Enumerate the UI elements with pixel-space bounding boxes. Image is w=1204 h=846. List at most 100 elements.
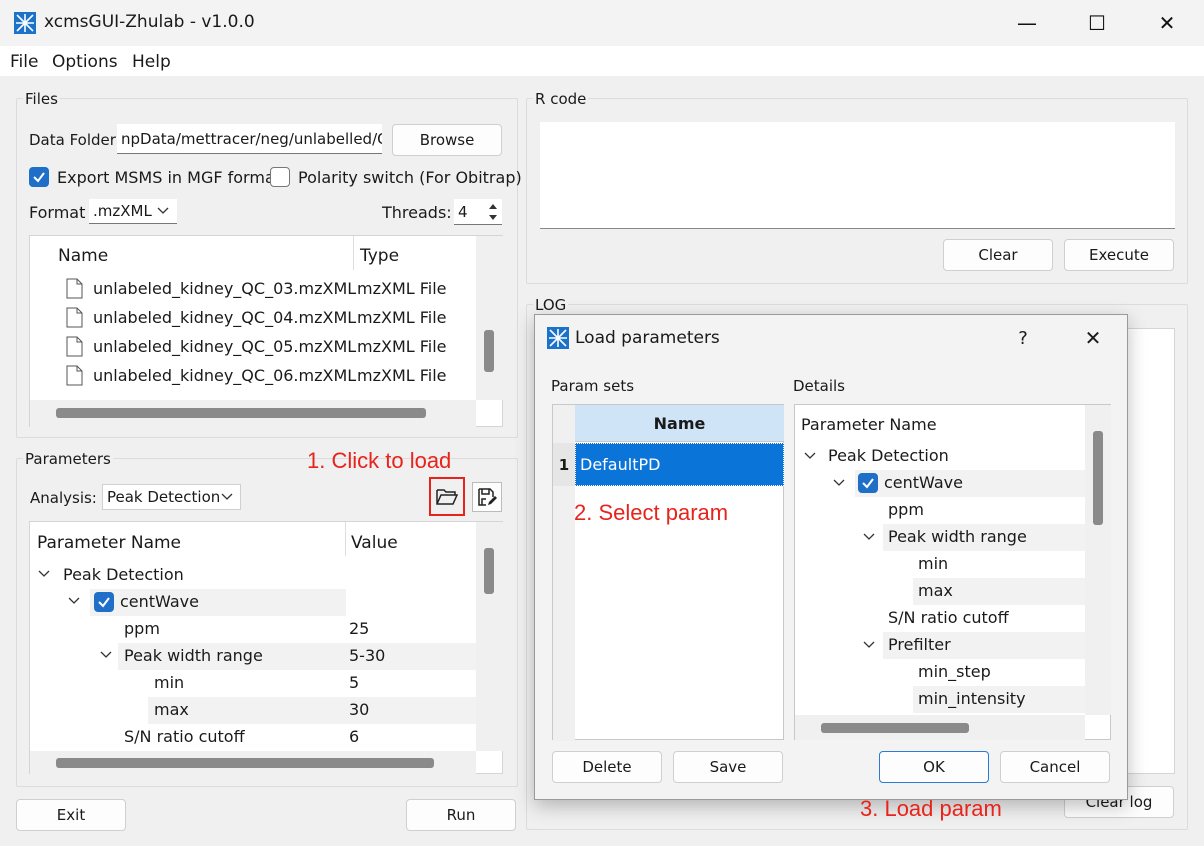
- run-button[interactable]: Run: [406, 799, 516, 831]
- horizontal-scrollbar[interactable]: [30, 751, 476, 774]
- tree-item-label: S/N ratio cutoff: [888, 608, 1009, 627]
- tree-item-label: Peak Detection: [828, 446, 949, 465]
- chevron-down-icon: [38, 570, 50, 577]
- format-value: .mzXML: [93, 202, 152, 220]
- tree-row[interactable]: centWave: [795, 470, 1085, 497]
- threads-spinbox[interactable]: 4: [454, 199, 502, 225]
- file-name: unlabeled_kidney_QC_03.mzXML: [93, 279, 357, 298]
- browse-button[interactable]: Browse: [392, 124, 502, 156]
- format-select[interactable]: .mzXML: [89, 199, 177, 224]
- vertical-scrollbar[interactable]: [1085, 405, 1111, 715]
- tree-item-label: centWave: [884, 473, 963, 492]
- table-row[interactable]: unlabeled_kidney_QC_06.mzXML mzXML File: [30, 362, 476, 391]
- column-header-type[interactable]: Type: [360, 246, 399, 266]
- table-row[interactable]: unlabeled_kidney_QC_04.mzXML mzXML File: [30, 304, 476, 333]
- close-window-button[interactable]: ✕: [1144, 8, 1190, 38]
- column-header-parameter-name[interactable]: Parameter Name: [37, 533, 181, 553]
- horizontal-scrollbar[interactable]: [30, 400, 476, 427]
- tree-item-label: Peak width range: [888, 527, 1027, 546]
- parameters-group-title: Parameters: [23, 450, 113, 468]
- rcode-clear-button[interactable]: Clear: [943, 239, 1053, 271]
- vertical-scrollbar[interactable]: [476, 522, 503, 751]
- tree-row[interactable]: min_intensity: [795, 686, 1085, 713]
- close-icon: ✕: [1158, 11, 1176, 35]
- help-icon: ?: [1018, 327, 1028, 349]
- threads-value: 4: [458, 202, 468, 221]
- polarity-switch-checkbox[interactable]: [270, 167, 290, 187]
- scroll-thumb[interactable]: [1093, 431, 1103, 525]
- dialog-save-button[interactable]: Save: [673, 751, 783, 783]
- file-type: mzXML File: [357, 308, 447, 327]
- column-header-name[interactable]: Name: [58, 246, 108, 266]
- execute-button[interactable]: Execute: [1064, 239, 1174, 271]
- tree-item-label: min_step: [918, 662, 991, 681]
- tree-item-label: Peak Detection: [63, 565, 184, 584]
- tree-row[interactable]: Peak Detection: [795, 443, 1085, 470]
- centwave-checkbox[interactable]: [858, 473, 878, 493]
- chevron-down-icon: [863, 641, 875, 648]
- exit-button[interactable]: Exit: [16, 799, 126, 831]
- analysis-value: Peak Detection: [107, 488, 221, 506]
- check-icon: [33, 172, 45, 183]
- minimize-button[interactable]: —: [1004, 8, 1050, 38]
- maximize-icon: ☐: [1088, 11, 1106, 35]
- column-header-value[interactable]: Value: [351, 533, 398, 553]
- help-button[interactable]: ?: [1005, 325, 1041, 351]
- param-set-row[interactable]: DefaultPD: [575, 443, 784, 486]
- scroll-thumb[interactable]: [56, 408, 426, 418]
- tree-item-label: Peak width range: [124, 646, 263, 665]
- tree-item-value: 30: [349, 700, 370, 719]
- load-parameters-button[interactable]: [429, 477, 465, 516]
- ok-button[interactable]: OK: [879, 751, 989, 783]
- centwave-checkbox[interactable]: [94, 592, 114, 612]
- cancel-button[interactable]: Cancel: [1000, 751, 1110, 783]
- tree-row[interactable]: Peak width range 5-30: [30, 643, 476, 670]
- scroll-thumb[interactable]: [484, 330, 494, 372]
- menu-file[interactable]: File: [10, 52, 38, 72]
- maximize-button[interactable]: ☐: [1074, 8, 1120, 38]
- column-header-parameter-name[interactable]: Parameter Name: [801, 415, 937, 434]
- row-index[interactable]: 1: [553, 443, 575, 486]
- horizontal-scrollbar[interactable]: [795, 715, 1085, 740]
- tree-row[interactable]: S/N ratio cutoff: [795, 605, 1085, 632]
- parameters-tree: Parameter Name Value Peak Detection cent…: [29, 521, 503, 774]
- tree-row[interactable]: Peak width range: [795, 524, 1085, 551]
- export-msms-checkbox[interactable]: [29, 167, 49, 187]
- save-parameters-button[interactable]: [472, 482, 502, 512]
- scroll-thumb[interactable]: [484, 548, 494, 594]
- scroll-thumb[interactable]: [56, 758, 434, 768]
- delete-button[interactable]: Delete: [552, 751, 662, 783]
- details-label: Details: [793, 377, 846, 395]
- rcode-editor[interactable]: [540, 122, 1175, 229]
- tree-row[interactable]: max 30: [30, 697, 476, 724]
- dialog-close-button[interactable]: ✕: [1075, 325, 1111, 351]
- annotation-step3: 3. Load param: [860, 796, 1002, 821]
- tree-row[interactable]: max: [795, 578, 1085, 605]
- table-row[interactable]: unlabeled_kidney_QC_05.mzXML mzXML File: [30, 333, 476, 362]
- tree-row[interactable]: ppm: [795, 497, 1085, 524]
- file-icon: [66, 278, 83, 299]
- spin-arrows-icon[interactable]: [487, 200, 499, 224]
- analysis-select[interactable]: Peak Detection: [102, 484, 241, 510]
- table-row[interactable]: unlabeled_kidney_QC_03.mzXML mzXML File: [30, 275, 476, 304]
- column-header-name[interactable]: Name: [575, 405, 784, 442]
- data-folder-input[interactable]: npData/mettracer/neg/unlabelled/QC: [117, 124, 382, 154]
- tree-row[interactable]: ppm 25: [30, 616, 476, 643]
- tree-row[interactable]: centWave: [30, 589, 476, 616]
- chevron-down-icon: [221, 493, 233, 500]
- details-tree: Parameter Name Peak Detection centWave p…: [794, 404, 1111, 740]
- tree-row[interactable]: Peak Detection: [30, 562, 476, 589]
- tree-row[interactable]: S/N ratio cutoff 6: [30, 724, 476, 751]
- tree-row[interactable]: Prefilter: [795, 632, 1085, 659]
- menu-help[interactable]: Help: [132, 52, 171, 72]
- app-logo-icon: [14, 12, 36, 34]
- tree-item-value: 5: [349, 673, 360, 692]
- load-parameters-dialog: Load parameters ? ✕ Param sets Details N…: [534, 314, 1128, 800]
- tree-row[interactable]: min 5: [30, 670, 476, 697]
- tree-row[interactable]: min_step: [795, 659, 1085, 686]
- vertical-scrollbar[interactable]: [476, 236, 503, 400]
- rcode-group-title: R code: [533, 90, 589, 108]
- tree-row[interactable]: min: [795, 551, 1085, 578]
- menu-options[interactable]: Options: [52, 52, 118, 72]
- scroll-thumb[interactable]: [821, 723, 969, 733]
